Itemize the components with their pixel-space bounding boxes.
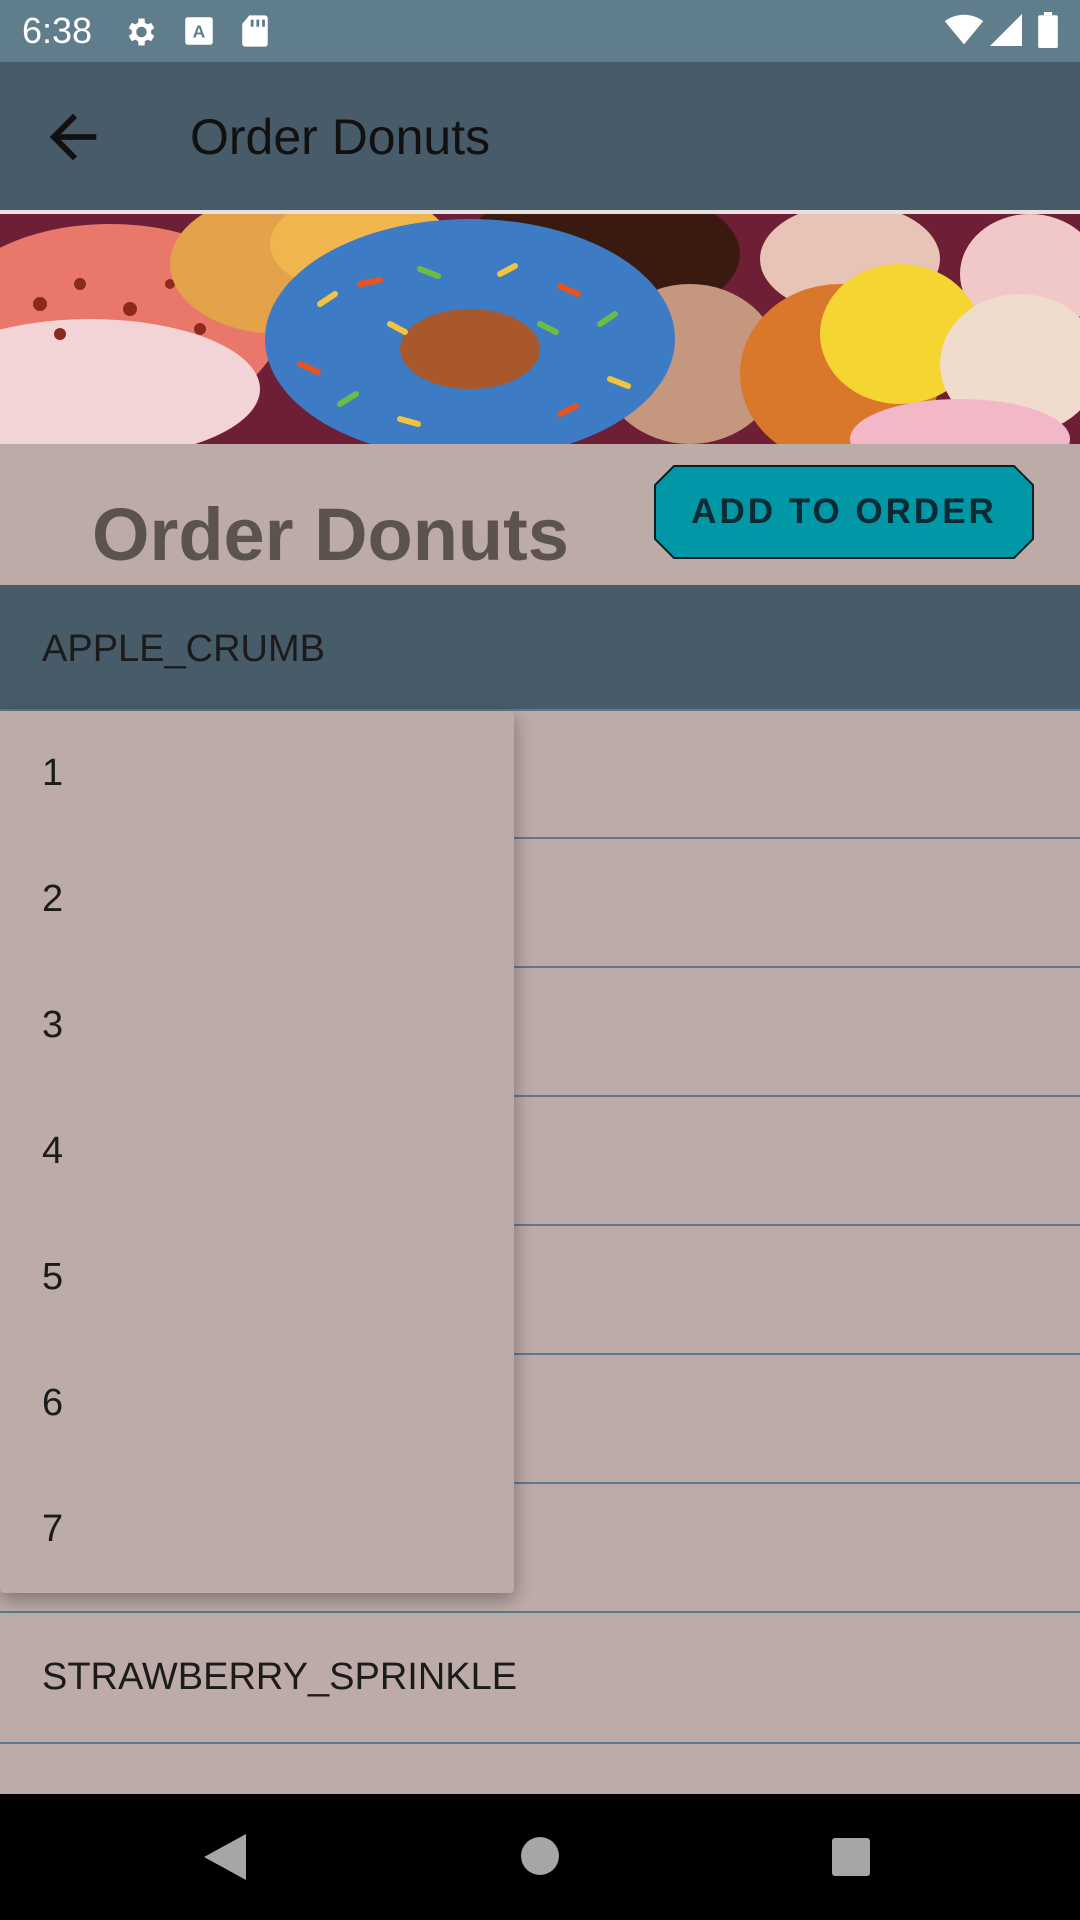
quantity-dropdown: 1 2 3 4 5 6 7 bbox=[0, 711, 514, 1593]
gear-icon bbox=[122, 14, 158, 55]
sd-card-icon bbox=[240, 14, 270, 53]
back-triangle-icon[interactable] bbox=[204, 1834, 246, 1885]
dropdown-option-label: 2 bbox=[42, 878, 64, 920]
add-to-order-label: ADD TO ORDER bbox=[691, 492, 997, 531]
add-to-order-button[interactable]: ADD TO ORDER bbox=[654, 465, 1034, 559]
dropdown-option-label: 5 bbox=[42, 1256, 64, 1298]
list-item-label: STRAWBERRY_SPRINKLE bbox=[42, 1656, 518, 1698]
dropdown-option[interactable]: 6 bbox=[0, 1341, 514, 1467]
back-button[interactable] bbox=[38, 102, 108, 172]
dropdown-option-label: 4 bbox=[42, 1130, 64, 1172]
home-circle-icon[interactable] bbox=[520, 1836, 560, 1881]
app-title: Order Donuts bbox=[190, 109, 491, 165]
status-time: 6:38 bbox=[22, 10, 93, 51]
list-item-selected[interactable]: APPLE_CRUMB bbox=[0, 585, 1080, 711]
dropdown-option-label: 3 bbox=[42, 1004, 64, 1046]
donut-banner-image bbox=[0, 214, 1080, 444]
keyboard-a-icon: A bbox=[184, 16, 214, 51]
dropdown-option-label: 1 bbox=[42, 752, 64, 794]
signal-icon bbox=[990, 14, 1022, 51]
battery-icon bbox=[1038, 12, 1058, 53]
app-bar: Order Donuts bbox=[0, 62, 1080, 210]
arrow-back-icon bbox=[49, 113, 97, 161]
dropdown-option[interactable]: 4 bbox=[0, 1089, 514, 1215]
wifi-icon bbox=[944, 14, 984, 51]
order-header-title: Order Donuts bbox=[92, 493, 569, 576]
navigation-bar bbox=[0, 1794, 1080, 1920]
dropdown-option[interactable]: 5 bbox=[0, 1215, 514, 1341]
dropdown-option-label: 6 bbox=[42, 1382, 64, 1424]
dropdown-option[interactable]: 3 bbox=[0, 963, 514, 1089]
dropdown-option[interactable]: 7 bbox=[0, 1467, 514, 1593]
status-bar: 6:38 A bbox=[0, 0, 1080, 62]
recents-square-icon[interactable] bbox=[832, 1838, 870, 1881]
screen: 6:38 A Order Donuts Order Donuts ADD TO … bbox=[0, 0, 1080, 1920]
dropdown-option[interactable]: 2 bbox=[0, 837, 514, 963]
list-item-label: APPLE_CRUMB bbox=[42, 628, 325, 670]
list-item[interactable]: STRAWBERRY_SPRINKLE bbox=[0, 1613, 1080, 1744]
svg-text:A: A bbox=[193, 21, 206, 41]
dropdown-option-label: 7 bbox=[42, 1508, 64, 1550]
dropdown-option[interactable]: 1 bbox=[0, 711, 514, 837]
